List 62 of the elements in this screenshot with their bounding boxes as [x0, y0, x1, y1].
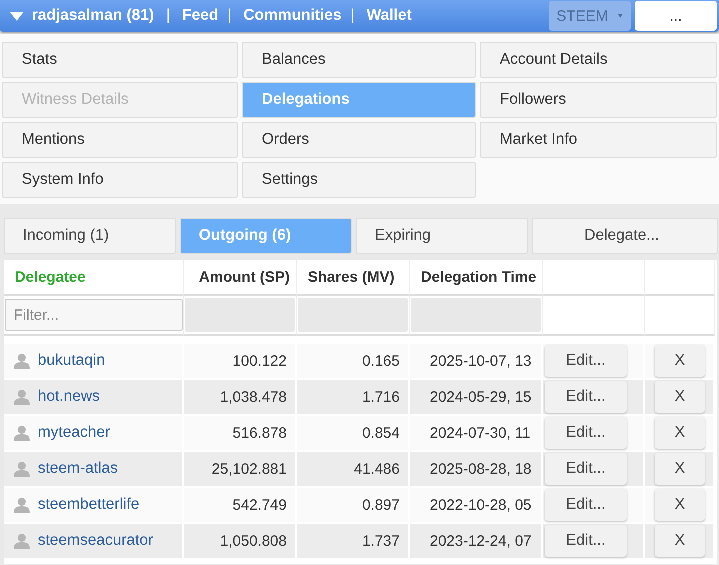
- table-cell: 542.749: [232, 496, 287, 514]
- table-cell: 1.737: [362, 532, 400, 550]
- filter-field[interactable]: Filter...: [5, 299, 183, 331]
- edit-button[interactable]: Edit...: [545, 417, 627, 449]
- menu-item[interactable]: Stats: [2, 42, 238, 78]
- table-cell: 0.165: [362, 352, 400, 370]
- table-cell: 2023-12-24, 07: [430, 532, 532, 550]
- tab[interactable]: Delegate...: [532, 218, 718, 254]
- menu-item[interactable]: Account Details: [480, 42, 717, 78]
- dropdown-icon[interactable]: [10, 12, 24, 20]
- remove-button[interactable]: X: [655, 453, 705, 485]
- table-cell: 0.854: [362, 424, 400, 442]
- menu-item[interactable]: Followers: [480, 82, 717, 118]
- user-icon: [14, 425, 30, 441]
- table-cell: 2022-10-28, 05: [430, 496, 532, 514]
- table-cell: 2024-07-30, 11: [430, 424, 531, 442]
- caret-icon: [618, 14, 624, 18]
- column-header[interactable]: Amount (SP): [184, 260, 297, 296]
- table-cell: 25,102.881: [212, 460, 287, 478]
- table-cell: 1.716: [362, 388, 400, 406]
- user-icon: [14, 533, 30, 549]
- separator: |: [228, 7, 232, 25]
- table-cell: 1,050.808: [220, 532, 287, 550]
- tab[interactable]: Incoming (1): [4, 218, 176, 254]
- table-cell: 0.897: [362, 496, 400, 514]
- menu-item[interactable]: Settings: [242, 162, 476, 198]
- more-button[interactable]: ...: [635, 1, 717, 31]
- edit-button[interactable]: Edit...: [545, 381, 627, 413]
- remove-button[interactable]: X: [655, 381, 705, 413]
- column-header[interactable]: Shares (MV): [297, 260, 410, 296]
- header-cell: [645, 260, 715, 296]
- account-link[interactable]: bukutaqin: [38, 352, 106, 370]
- remove-button[interactable]: X: [655, 417, 705, 449]
- account-link[interactable]: hot.news: [38, 388, 100, 406]
- edit-button[interactable]: Edit...: [545, 525, 627, 557]
- separator: |: [350, 7, 355, 25]
- user-icon: [14, 497, 30, 513]
- table-cell: 2025-08-28, 18: [430, 460, 532, 478]
- column-header[interactable]: Delegation Time: [410, 260, 543, 296]
- menu-item[interactable]: Orders: [242, 122, 476, 158]
- menu-item[interactable]: Balances: [242, 42, 476, 78]
- table-cell: 1,038.478: [220, 388, 287, 406]
- edit-button[interactable]: Edit...: [545, 453, 627, 485]
- menu-item[interactable]: Mentions: [2, 122, 238, 158]
- table-cell: 2024-05-29, 15: [430, 388, 532, 406]
- user-icon: [14, 353, 30, 369]
- remove-button[interactable]: X: [655, 489, 705, 521]
- menu-item[interactable]: Market Info: [480, 122, 717, 158]
- table-cell: 100.122: [232, 352, 287, 370]
- remove-button[interactable]: X: [655, 345, 705, 377]
- tab[interactable]: Expiring: [356, 218, 528, 254]
- filter-cell: [645, 296, 715, 336]
- table-cell: 516.878: [232, 424, 287, 442]
- remove-button[interactable]: X: [655, 525, 705, 557]
- separator: |: [166, 7, 170, 25]
- edit-button[interactable]: Edit...: [545, 345, 627, 377]
- menu-item[interactable]: System Info: [2, 162, 238, 198]
- table-cell: 41.486: [354, 460, 400, 478]
- edit-button[interactable]: Edit...: [545, 489, 627, 521]
- user-icon: [14, 461, 30, 477]
- table-cell: 2025-10-07, 13: [430, 352, 532, 370]
- user-icon: [14, 389, 30, 405]
